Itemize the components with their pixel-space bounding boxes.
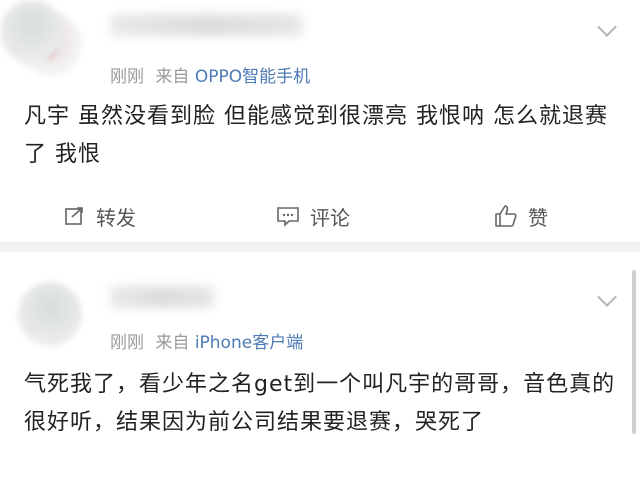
avatar[interactable] <box>18 282 82 346</box>
like-label: 赞 <box>528 205 548 230</box>
username-blurred[interactable] <box>110 286 214 308</box>
source-prefix: 来自 <box>155 67 190 87</box>
post-card: 刚刚 来自 iPhone客户端 气死我了，看少年之名get到一个叫凡宇的哥哥，音… <box>0 252 640 498</box>
repost-label: 转发 <box>96 205 136 230</box>
post-content: 气死我了，看少年之名get到一个叫凡宇的哥哥，音色真的很好听，结果因为前公司结果… <box>24 372 616 435</box>
source-link[interactable]: OPPO智能手机 <box>195 67 310 87</box>
repost-button[interactable]: 转发 <box>64 192 136 240</box>
username-blurred[interactable] <box>110 14 302 36</box>
action-bar: 转发 评论 赞 <box>0 192 640 240</box>
post-card: 刚刚 来自 OPPO智能手机 凡宇 虽然没看到脸 但能感觉到很漂亮 我恨呐 怎么… <box>0 0 640 242</box>
comment-icon <box>277 207 299 227</box>
post-content: 凡宇 虽然没看到脸 但能感觉到很漂亮 我恨呐 怎么就退赛了 我恨 <box>24 104 608 167</box>
chevron-down-icon[interactable] <box>597 287 617 307</box>
post-time: 刚刚 <box>110 67 144 87</box>
scrollbar[interactable] <box>632 270 636 434</box>
post-meta: 刚刚 来自 OPPO智能手机 <box>110 62 310 87</box>
repost-icon <box>65 207 83 225</box>
source-link[interactable]: iPhone客户端 <box>195 333 303 353</box>
comment-label: 评论 <box>310 205 350 230</box>
comment-button[interactable]: 评论 <box>276 192 350 240</box>
post-meta: 刚刚 来自 iPhone客户端 <box>110 328 303 353</box>
post-time: 刚刚 <box>110 333 144 353</box>
like-button[interactable]: 赞 <box>494 192 548 240</box>
thumbs-up-icon <box>495 205 517 227</box>
source-prefix: 来自 <box>155 333 190 353</box>
chevron-down-icon[interactable] <box>597 17 617 37</box>
avatar[interactable] <box>0 0 64 64</box>
